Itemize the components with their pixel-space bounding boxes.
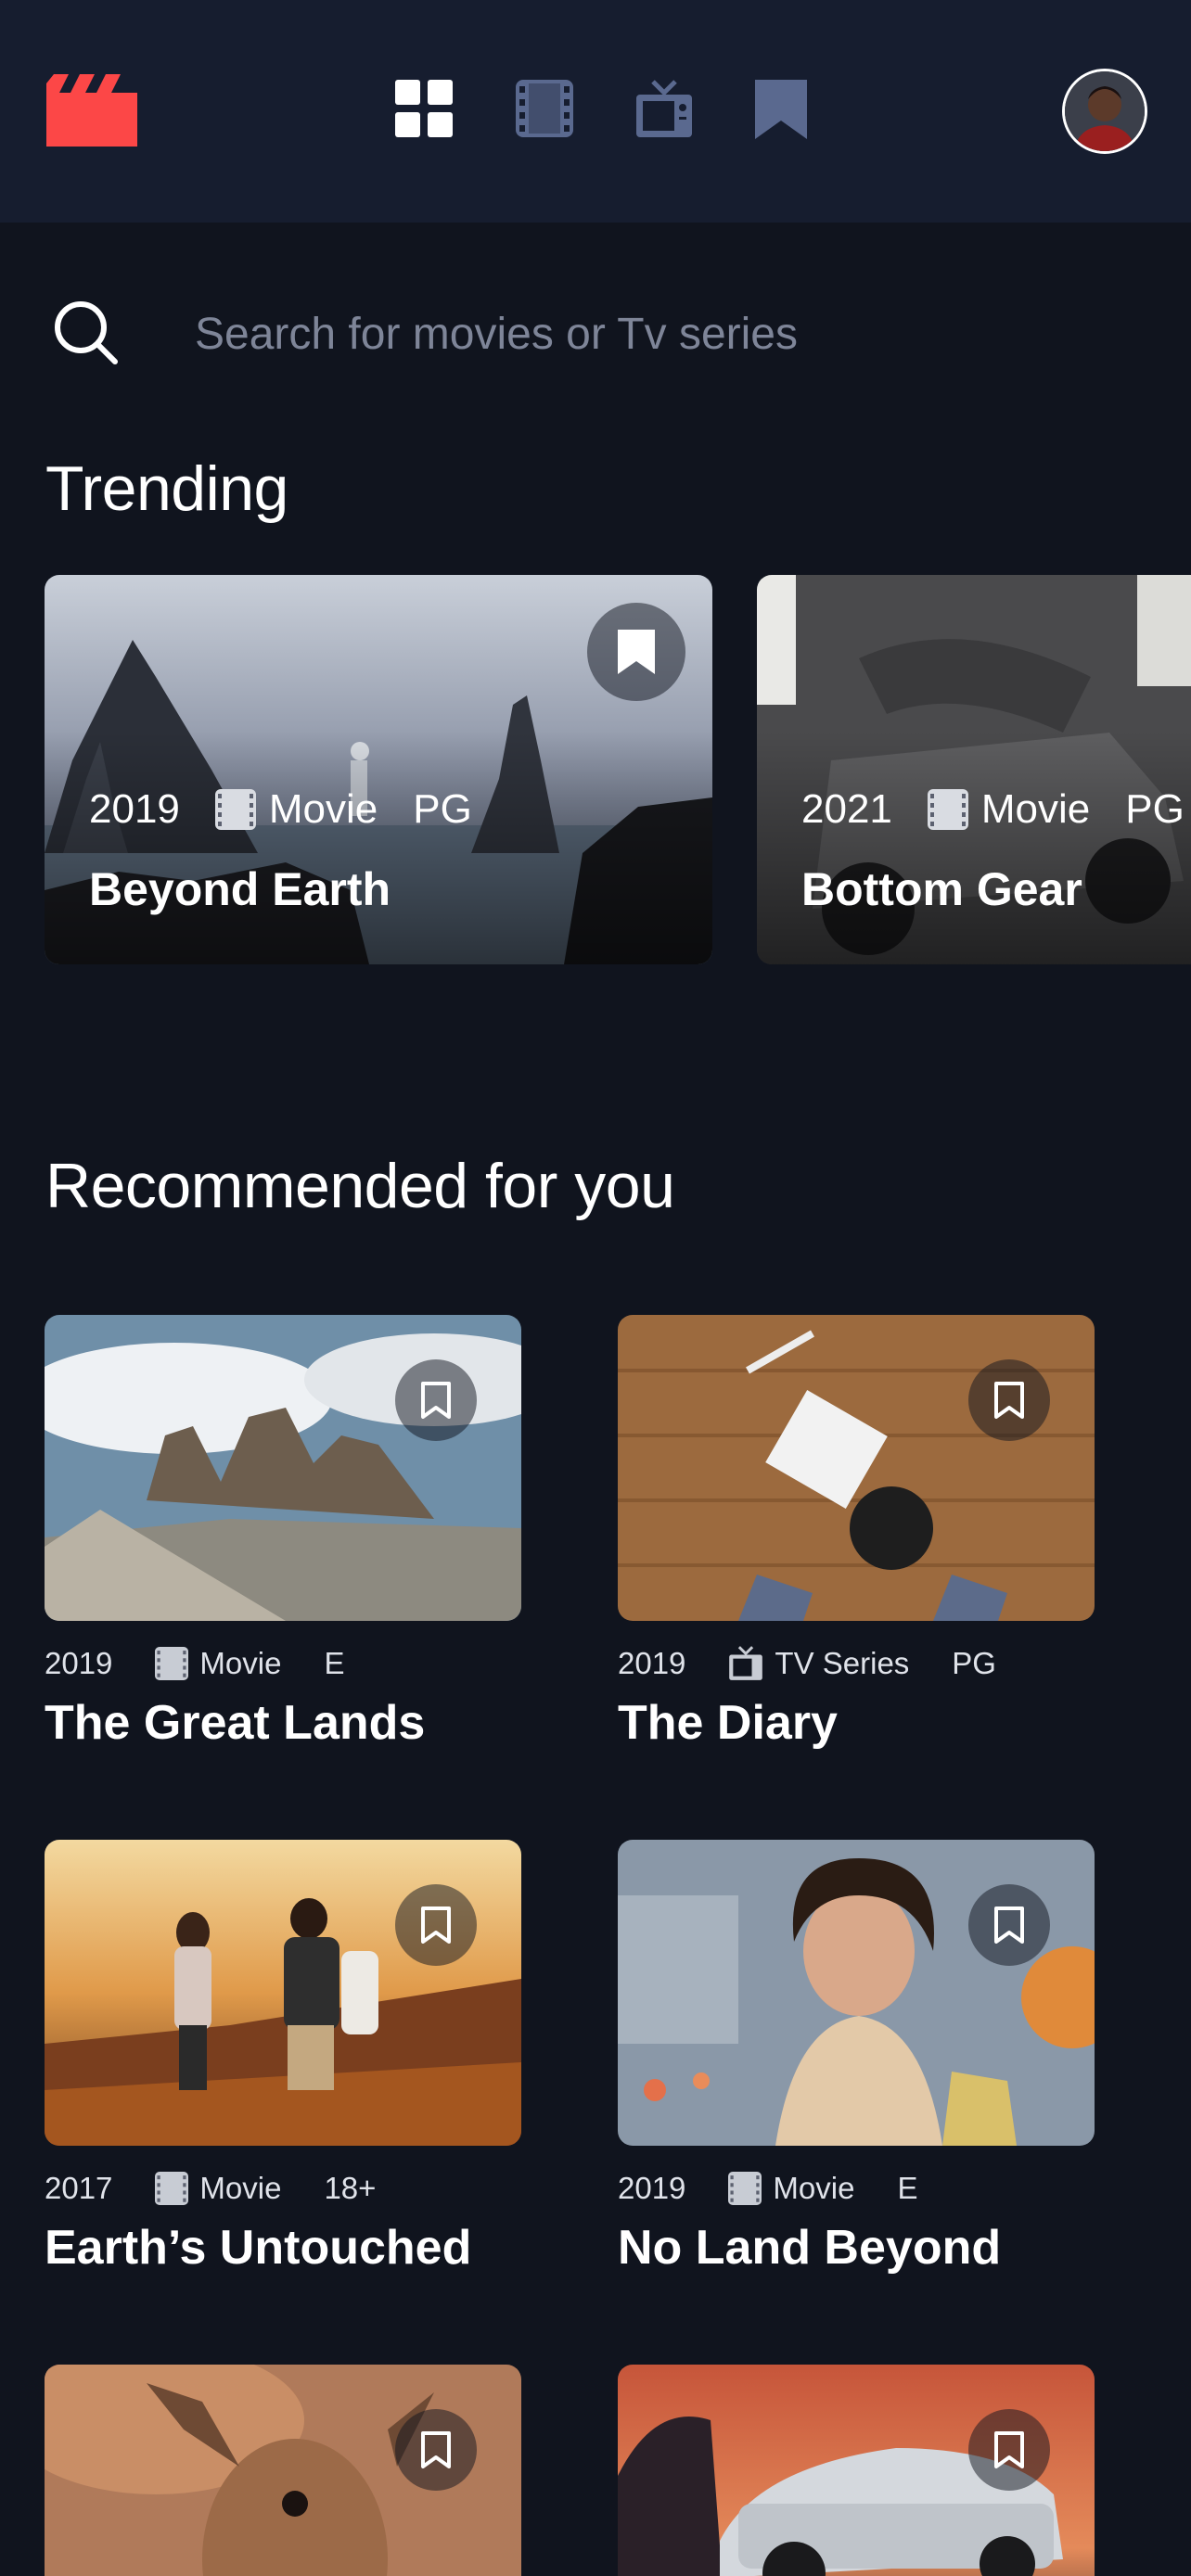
bookmark-button[interactable] — [587, 603, 685, 701]
release-year: 2019 — [89, 786, 180, 832]
tv-series-category-icon — [729, 1646, 763, 1680]
bookmark-empty-icon — [421, 1906, 451, 1944]
card-thumbnail — [618, 2365, 1095, 2576]
release-year: 2021 — [801, 786, 892, 832]
card-thumbnail — [45, 1315, 521, 1621]
release-year: 2017 — [45, 2171, 113, 2205]
bookmark-empty-icon — [994, 2431, 1024, 2468]
age-rating: PG — [1125, 786, 1185, 832]
search-input[interactable] — [195, 297, 1141, 371]
recommended-card[interactable]: 2019 Movie E The Great Lands — [45, 1315, 521, 1751]
app-logo-icon[interactable] — [46, 74, 137, 147]
card-thumbnail — [618, 1840, 1095, 2146]
nav-movies-icon[interactable] — [516, 80, 573, 137]
recommended-card[interactable]: 2017 Movie 18+ Earth’s Untouched — [45, 1840, 521, 2276]
card-meta: 2019 Movie E — [45, 1643, 521, 1684]
bookmark-button[interactable] — [968, 1884, 1050, 1966]
bookmark-empty-icon — [421, 1382, 451, 1419]
card-thumbnail — [618, 1315, 1095, 1621]
category-label: Movie — [199, 1646, 282, 1680]
recommended-section-title: Recommended for you — [45, 1151, 675, 1221]
nav-tv-series-icon[interactable] — [634, 80, 694, 139]
age-rating: 18+ — [324, 2171, 377, 2205]
card-meta: 2019 TV Series PG — [618, 1643, 1095, 1684]
bookmark-button[interactable] — [395, 1359, 477, 1441]
release-year: 2019 — [618, 1646, 686, 1680]
release-year: 2019 — [618, 2171, 686, 2205]
trending-card-title: Bottom Gear — [801, 863, 1082, 915]
bookmark-button[interactable] — [968, 1359, 1050, 1441]
trending-card-meta: 2019 Movie PG — [89, 786, 472, 833]
bookmark-button[interactable] — [395, 1884, 477, 1966]
category-label: Movie — [980, 786, 1091, 832]
card-title: No Land Beyond — [618, 2221, 1002, 2275]
search-icon — [55, 301, 118, 364]
category-label: TV Series — [775, 1646, 910, 1680]
bookmark-filled-icon — [618, 630, 655, 674]
trending-card[interactable]: 2019 Movie PG Beyond Earth — [45, 575, 712, 964]
recommended-card[interactable]: 2019 TV Series PG The Diary — [618, 1315, 1095, 1751]
movie-category-icon — [155, 1647, 189, 1680]
card-title: The Diary — [618, 1696, 838, 1750]
nav-home-icon[interactable] — [395, 80, 453, 137]
movie-category-icon — [214, 789, 256, 830]
trending-card-title: Beyond Earth — [89, 863, 391, 915]
trending-section-title: Trending — [45, 453, 288, 524]
bookmark-empty-icon — [994, 1906, 1024, 1944]
top-navigation-bar — [0, 0, 1191, 223]
category-label: Movie — [773, 2171, 855, 2205]
age-rating: E — [324, 1646, 345, 1680]
bookmark-empty-icon — [421, 2431, 451, 2468]
trending-card[interactable]: 2021 Movie PG Bottom Gear — [757, 575, 1191, 964]
bookmark-empty-icon — [994, 1382, 1024, 1419]
age-rating: PG — [952, 1646, 996, 1680]
bookmark-button[interactable] — [395, 2409, 477, 2491]
card-meta: 2017 Movie 18+ — [45, 2168, 521, 2209]
recommended-card[interactable]: 2019 Movie E No Land Beyond — [618, 1840, 1095, 2276]
nav-bookmarks-icon[interactable] — [755, 80, 807, 139]
movie-category-icon — [155, 2172, 189, 2205]
trending-card-meta: 2021 Movie PG — [801, 786, 1185, 833]
avatar[interactable] — [1062, 69, 1147, 154]
card-title: Earth’s Untouched — [45, 2221, 472, 2275]
category-label: Movie — [199, 2171, 282, 2205]
bookmark-button[interactable] — [968, 2409, 1050, 2491]
card-thumbnail — [45, 1840, 521, 2146]
card-title: The Great Lands — [45, 1696, 426, 1750]
movie-category-icon — [927, 789, 968, 830]
card-meta: 2019 Movie E — [618, 2168, 1095, 2209]
recommended-card[interactable] — [618, 2365, 1095, 2576]
category-label: Movie — [268, 786, 378, 832]
avatar-image — [1065, 71, 1145, 151]
age-rating: E — [897, 2171, 918, 2205]
card-thumbnail — [45, 2365, 521, 2576]
age-rating: PG — [413, 786, 472, 832]
recommended-card[interactable] — [45, 2365, 521, 2576]
release-year: 2019 — [45, 1646, 113, 1680]
movie-category-icon — [728, 2172, 762, 2205]
